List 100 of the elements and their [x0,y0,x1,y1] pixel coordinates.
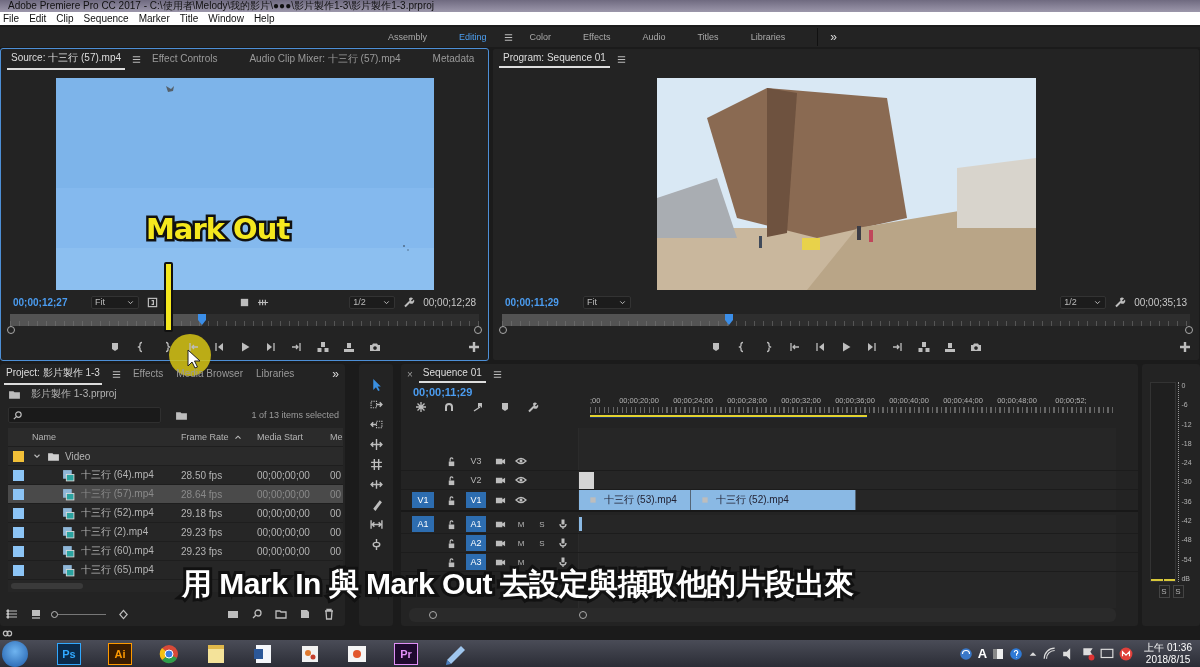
playhead-icon[interactable] [724,314,735,325]
keyboard-icon[interactable] [992,646,1005,661]
label-swatch[interactable] [12,469,24,481]
taskbar-app[interactable]: Ai [108,642,132,665]
menu-item[interactable]: Clip [56,13,74,24]
zoom-dropdown[interactable]: Fit [91,295,139,309]
delete-icon[interactable] [323,608,335,620]
project-item-row[interactable]: 十三行 (60).mp4 29.23 fps 00;00;00;00 00 [8,542,343,561]
menu-item[interactable]: Marker [138,13,170,24]
help-icon[interactable] [1009,646,1024,661]
current-timecode[interactable]: 00;00;11;29 [505,296,575,308]
ripple-edit-icon[interactable] [369,418,383,431]
resolution-dropdown[interactable]: 1/2 [1060,295,1107,309]
timeline-scrollbar[interactable] [409,608,1116,622]
rolling-edit-icon[interactable] [369,438,383,451]
sort-icons-icon[interactable] [118,608,129,620]
track-target[interactable]: V2 [466,472,486,488]
update-icon[interactable] [958,646,973,661]
close-button[interactable]: × [407,368,413,380]
go-to-in-icon[interactable] [788,341,800,353]
resolution-dropdown[interactable]: 1/2 [349,295,396,309]
eye-icon[interactable] [515,455,527,467]
zoom-dropdown[interactable]: Fit [583,295,631,309]
panel-tab[interactable]: Source: 十三行 (57).mp4 [7,48,126,70]
scrub-bar[interactable] [10,314,479,326]
camera-icon[interactable] [368,341,381,353]
display-icon[interactable] [1100,646,1115,661]
solo-button[interactable]: S [538,519,546,529]
icon-view-icon[interactable] [30,608,42,620]
menu-item[interactable]: Sequence [83,13,129,24]
go-to-out-icon[interactable] [290,341,303,353]
video-clip[interactable]: 十三行 (52).mp4 [691,490,856,510]
menu-item[interactable]: Window [208,13,244,24]
solo-button[interactable]: S [1172,585,1184,598]
track-target[interactable]: A2 [466,535,486,551]
rate-stretch-icon[interactable] [369,458,383,471]
search-field[interactable] [8,407,161,423]
workspace-tab[interactable]: Color [513,32,568,42]
add-marker-icon[interactable] [499,401,511,413]
clock-time[interactable]: 上午 01:36 [1144,641,1192,654]
bin-name[interactable]: Video [65,450,91,462]
workspace-tab[interactable]: Libraries [734,32,802,42]
track-target[interactable]: V1 [466,492,486,508]
extract-icon[interactable] [944,341,956,353]
go-to-out-icon[interactable] [892,341,904,353]
solo-button[interactable]: S [1158,585,1170,598]
settings-icon[interactable] [1114,296,1127,308]
more-panels-button[interactable]: » [332,367,339,381]
workspace-menu-icon[interactable] [502,31,514,43]
work-area-bar[interactable] [590,415,867,418]
list-view-icon[interactable] [6,608,18,620]
add-button-icon[interactable] [1179,341,1191,353]
app-tray-icon[interactable] [1119,646,1134,661]
panel-menu-icon[interactable] [615,53,627,65]
source-patch[interactable]: A1 [412,516,434,532]
source-patch[interactable]: V1 [412,492,434,508]
menu-item[interactable]: Edit [29,13,47,24]
lock-icon[interactable] [446,455,457,467]
step-forward-icon[interactable] [866,341,878,353]
lock-icon[interactable] [446,537,457,549]
step-forward-icon[interactable] [264,341,277,353]
column-header[interactable]: Frame Rate [181,432,229,442]
playhead-timecode[interactable]: 00;00;11;29 [413,386,590,398]
action-center-icon[interactable] [1081,646,1096,661]
taskbar-app[interactable]: Pr [394,642,418,665]
solo-button[interactable]: S [538,538,546,548]
overwrite-icon[interactable] [342,341,355,353]
workspace-tab[interactable]: Effects [567,32,627,42]
insert-icon[interactable] [316,341,329,353]
lock-icon[interactable] [446,494,457,506]
label-swatch[interactable] [12,488,24,500]
panel-menu-icon[interactable] [110,368,122,380]
panel-menu-icon[interactable] [131,53,143,65]
column-header[interactable]: Me [330,432,343,442]
track-target[interactable]: A3 [466,554,486,570]
step-back-icon[interactable] [814,341,826,353]
panel-tab[interactable]: Sequence 01 [418,365,486,383]
label-swatch[interactable] [12,526,24,538]
step-back-icon[interactable] [212,341,225,353]
safe-margins-icon[interactable] [147,296,158,308]
automate-icon[interactable] [227,608,239,620]
mute-button[interactable]: M [517,538,525,548]
new-item-icon[interactable] [299,608,311,620]
menu-item[interactable]: File [3,13,20,24]
panel-tab[interactable]: Audio Clip Mixer: 十三行 (57).mp4 [245,49,405,69]
playhead-icon[interactable] [197,314,208,325]
panel-tab[interactable]: Metadata [428,51,479,67]
panel-tab[interactable]: Libraries [254,366,297,382]
microphone-icon[interactable] [557,537,569,549]
network-icon[interactable] [1043,646,1058,661]
lock-icon[interactable] [446,474,457,486]
column-header[interactable]: Name [28,432,180,442]
current-timecode[interactable]: 00;00;12;27 [13,296,83,308]
start-button[interactable] [2,640,28,667]
mute-button[interactable]: M [517,519,525,529]
more-workspaces-button[interactable]: » [830,30,837,44]
panel-tab[interactable]: Effect Controls [148,51,222,67]
track-target[interactable]: A1 [466,516,486,532]
eye-icon[interactable] [515,494,527,506]
project-item-row[interactable]: 十三行 (52).mp4 29.18 fps 00;00;00;00 00 [8,504,343,523]
